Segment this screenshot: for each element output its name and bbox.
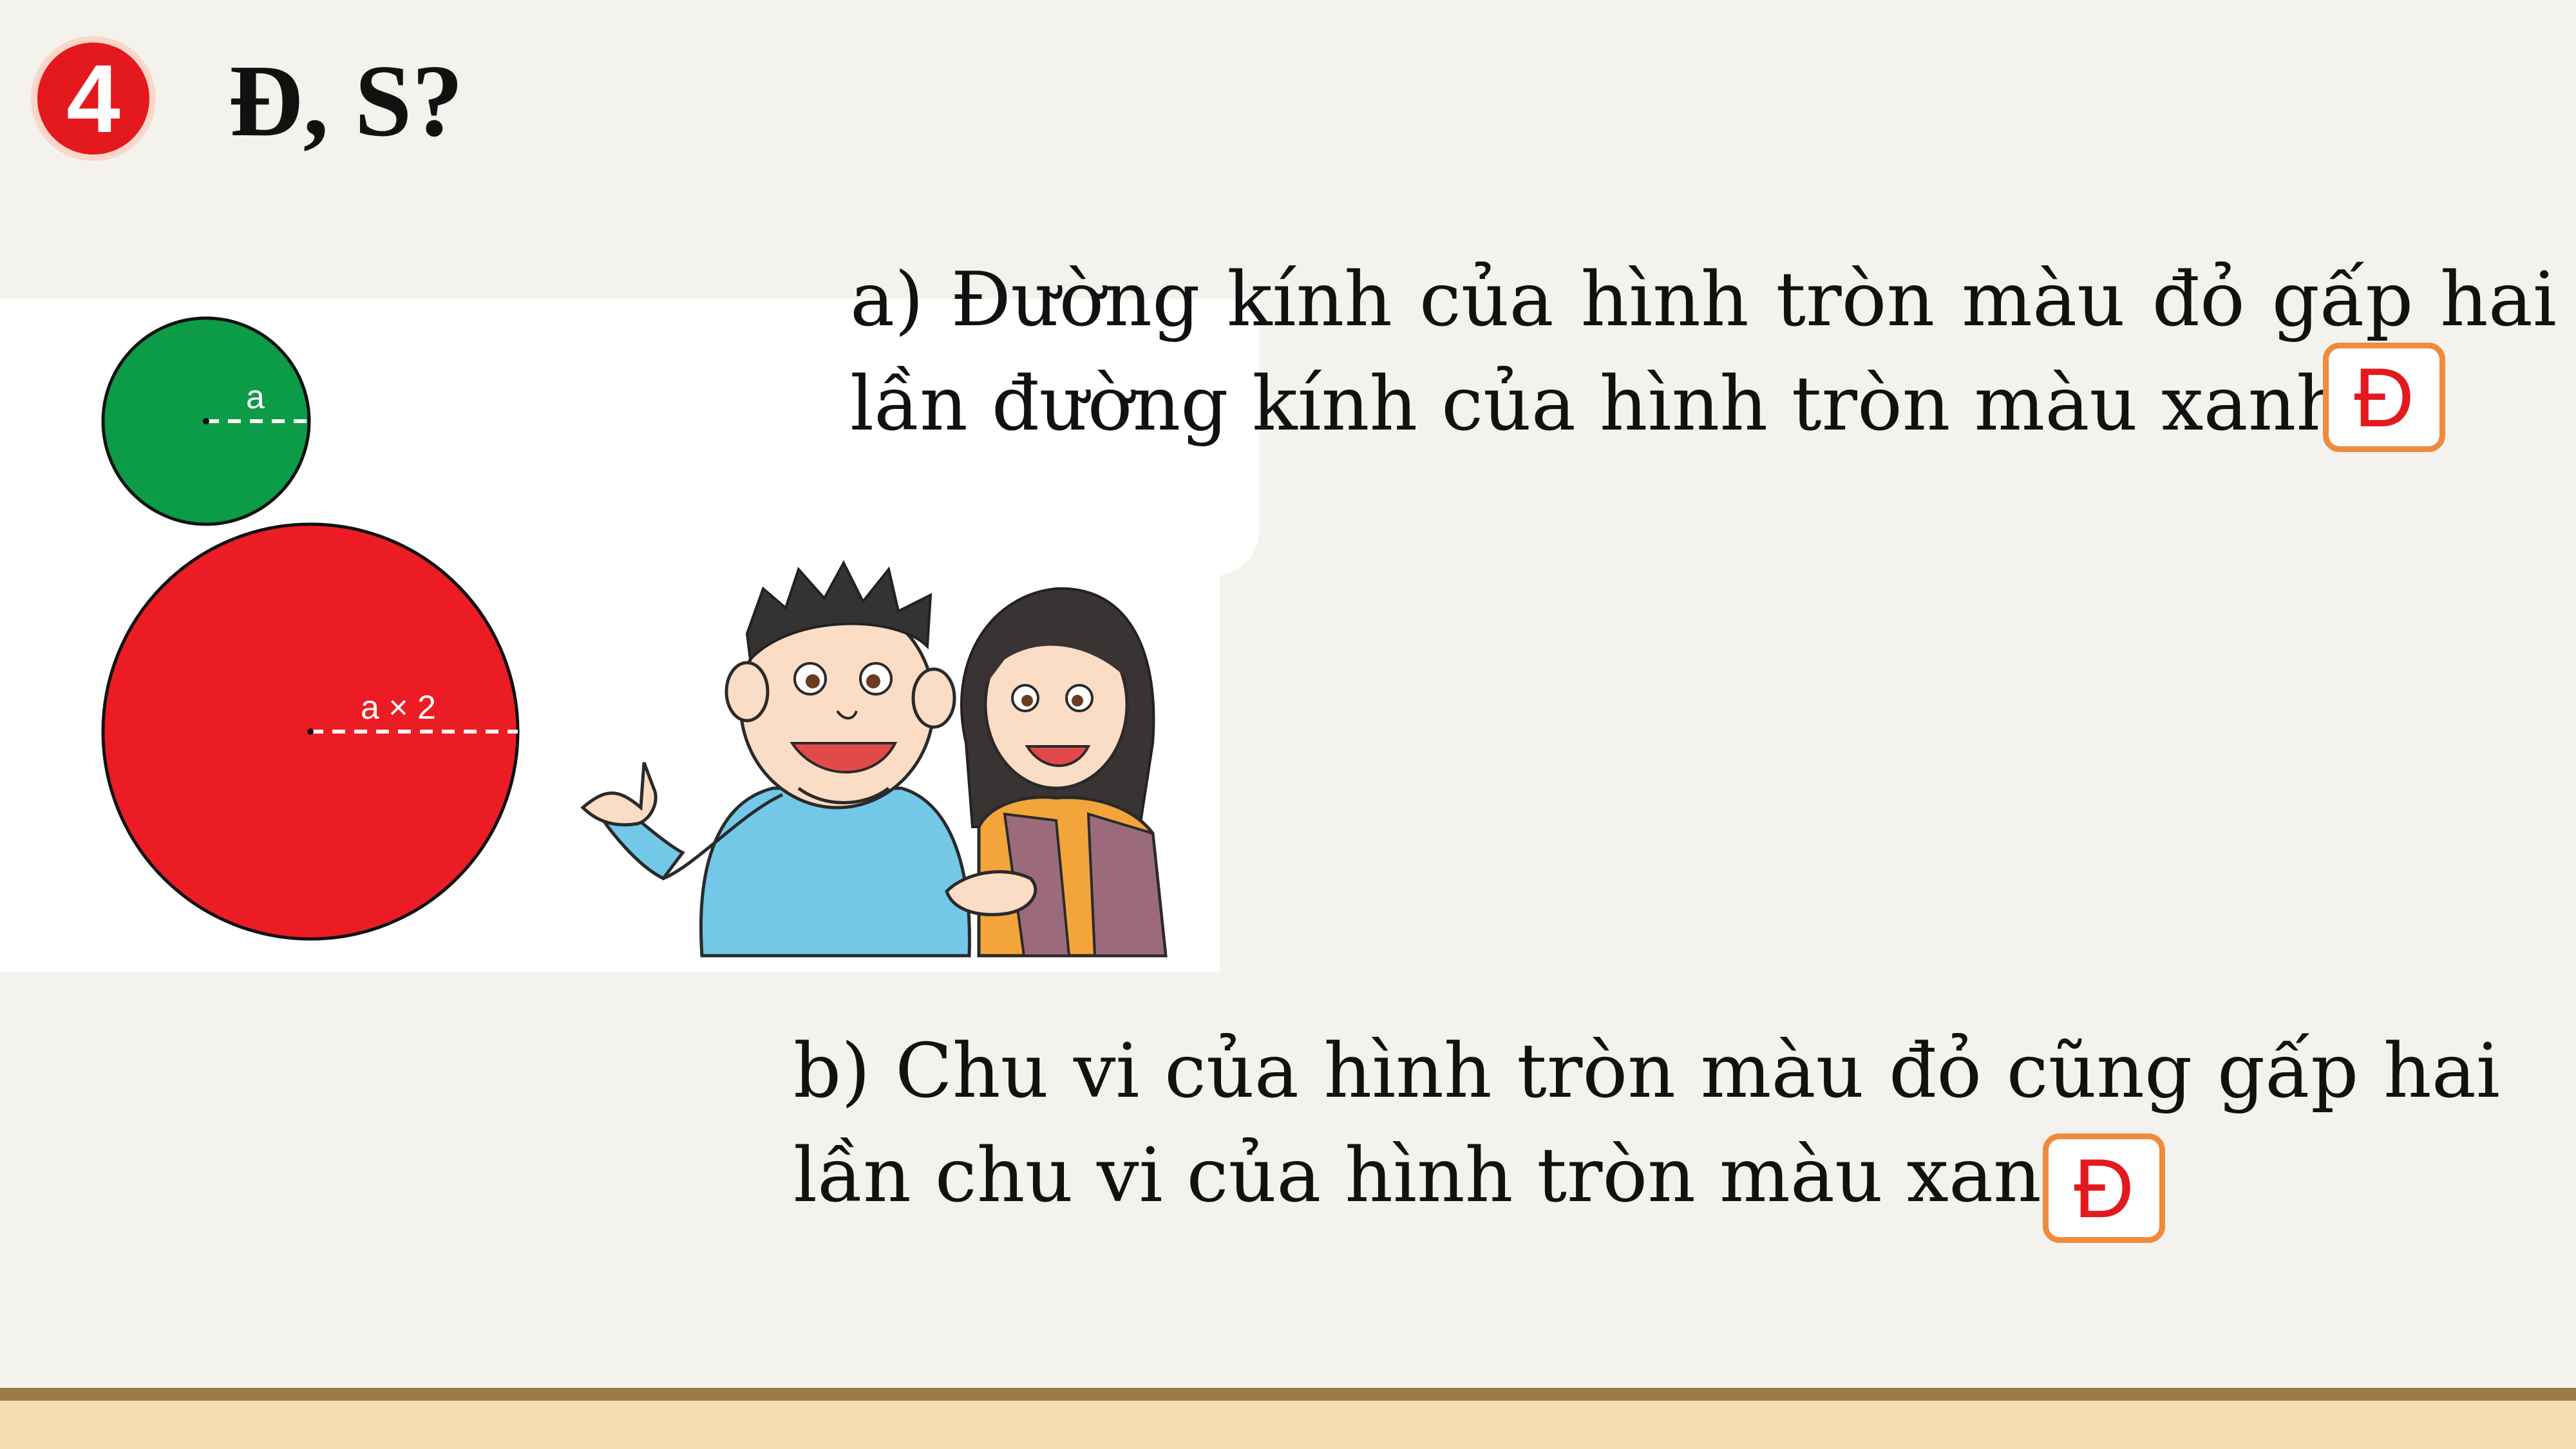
small-circle-label: a <box>246 379 265 416</box>
footer-bar <box>0 1401 2576 1449</box>
statement-b: b) Chu vi của hình tròn màu đỏ cũng gấp … <box>793 1028 2500 1219</box>
answer-box-a[interactable]: Đ <box>2323 343 2445 452</box>
statement-a: a) Đường kính của hình tròn màu đỏ gấp h… <box>850 256 2557 448</box>
question-title: Đ, S? <box>229 43 464 158</box>
girl-character <box>945 587 1168 958</box>
large-circle-label: a × 2 <box>361 689 436 726</box>
boy-character <box>580 560 971 958</box>
answer-box-b[interactable]: Đ <box>2043 1133 2165 1243</box>
question-number-badge: 4 <box>31 36 156 161</box>
footer-divider <box>0 1388 2576 1401</box>
